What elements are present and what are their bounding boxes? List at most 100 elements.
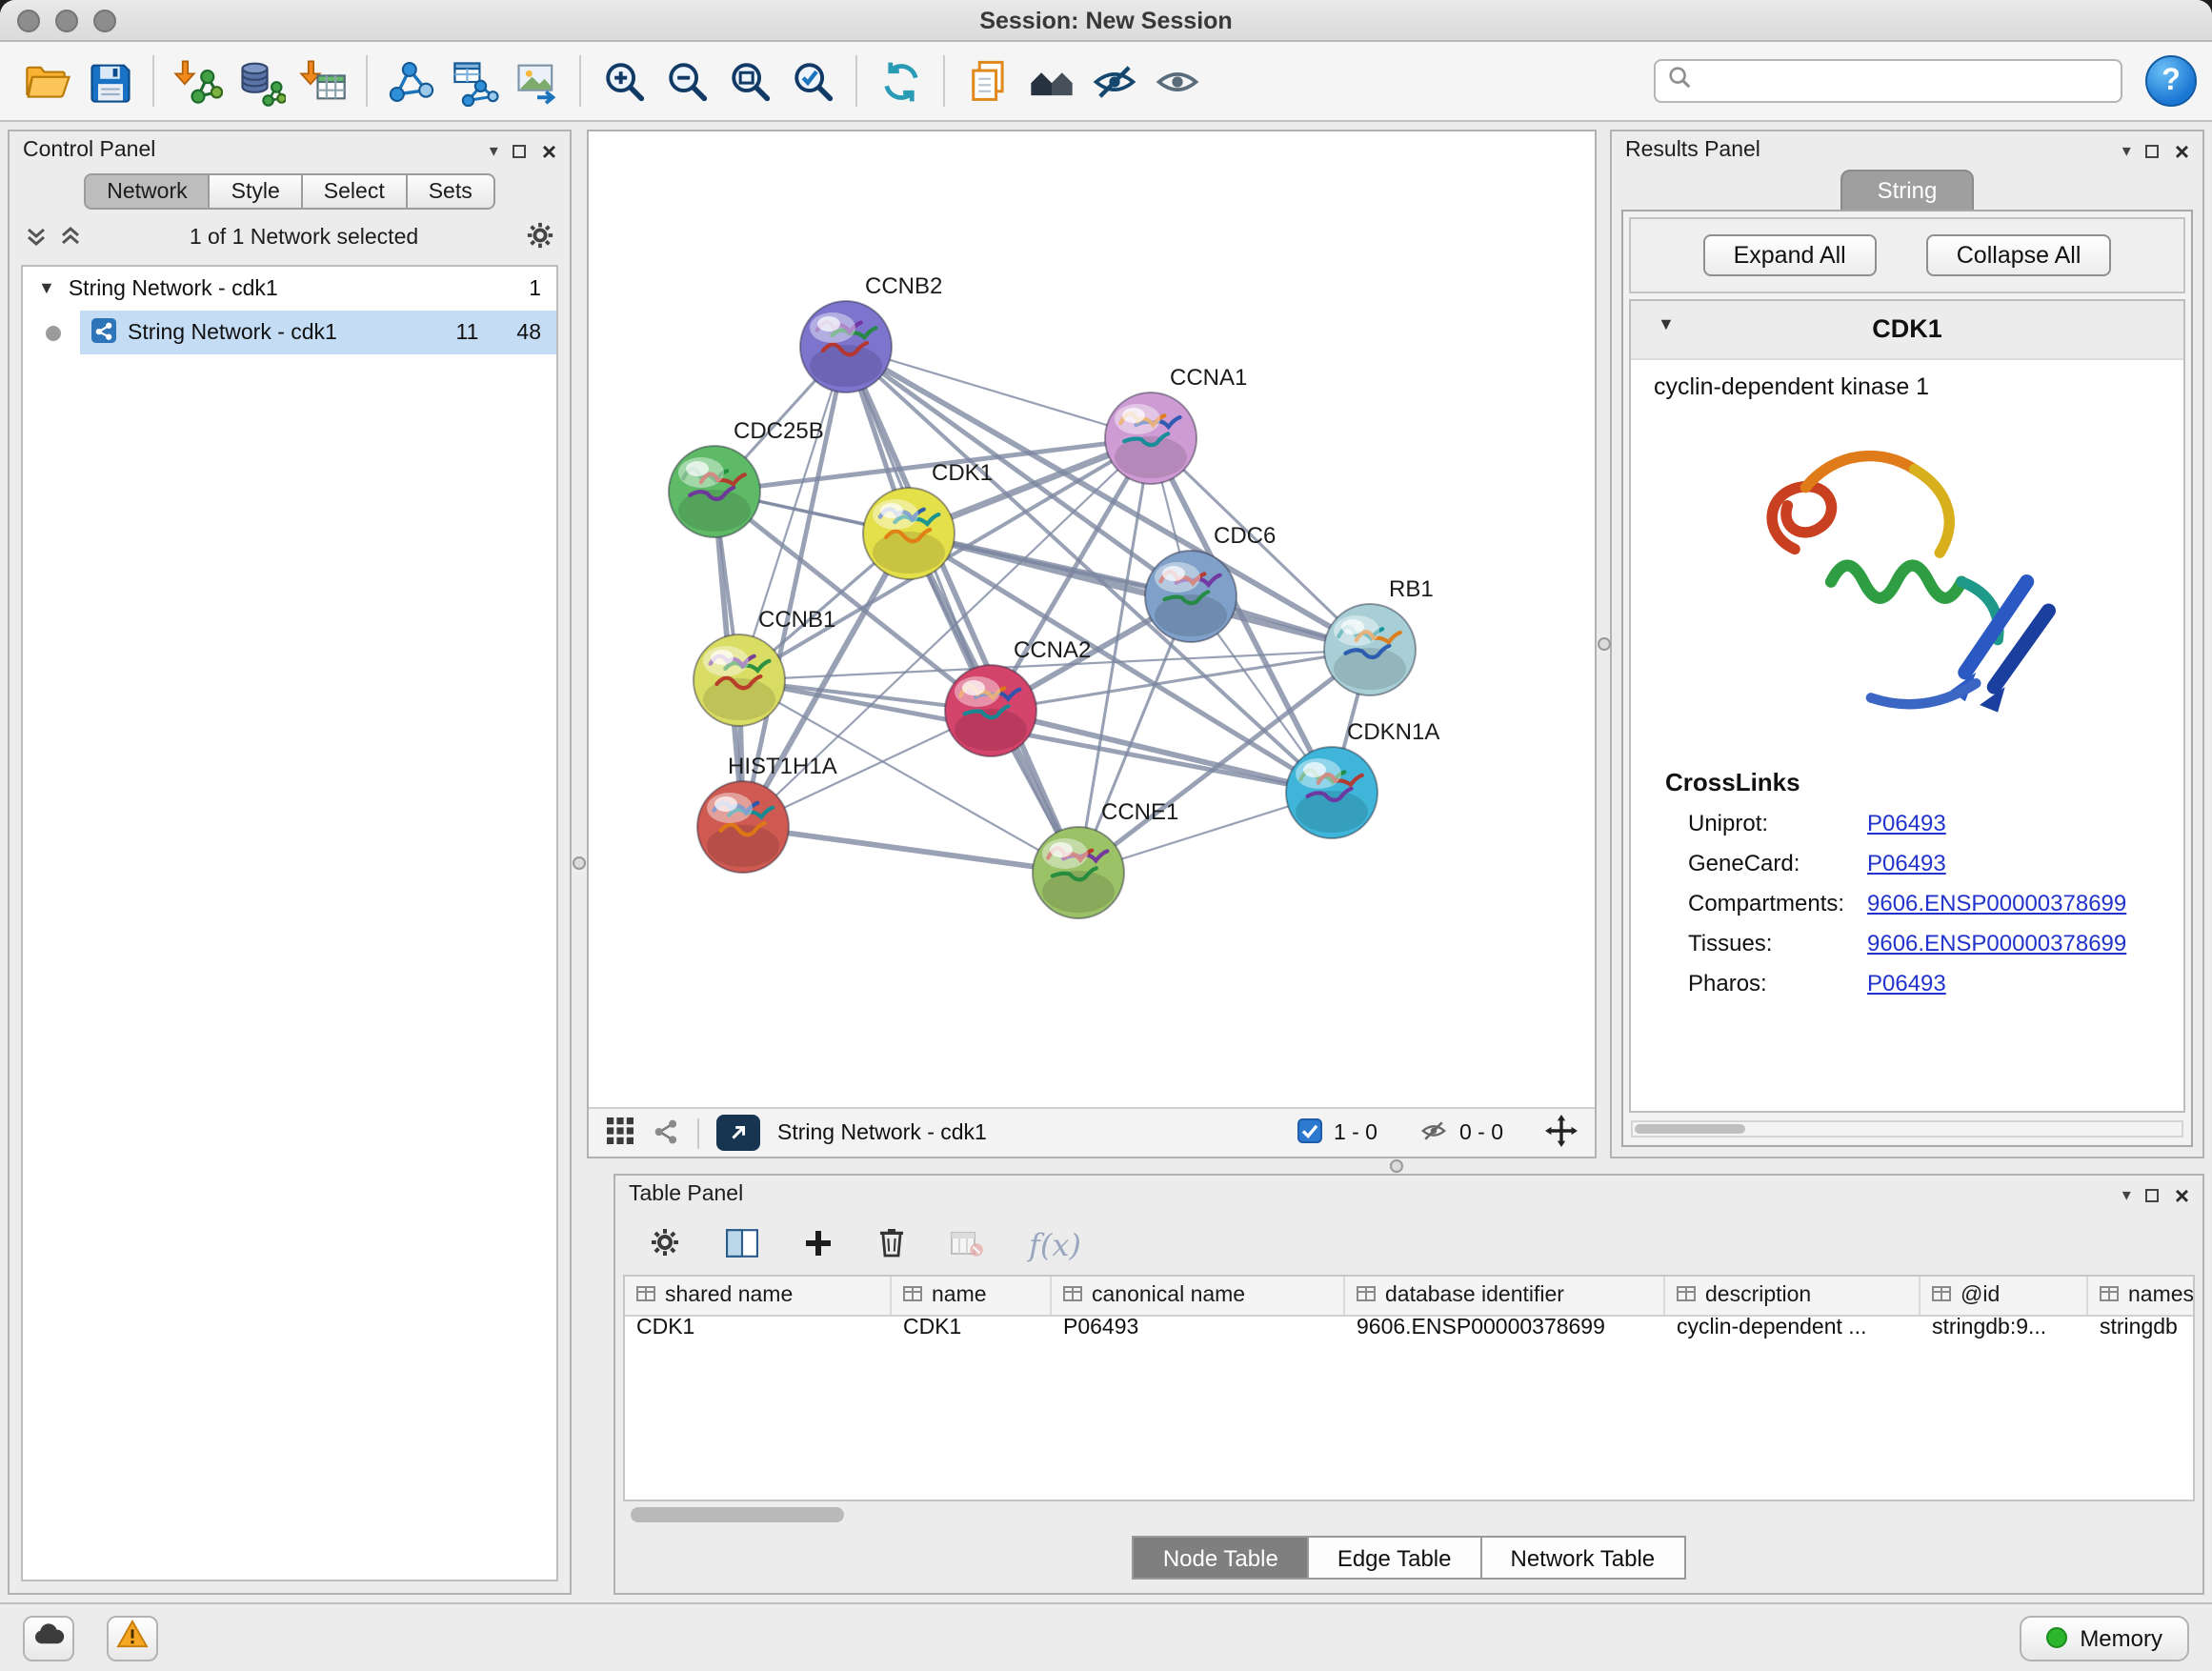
tab-network[interactable]: Network: [84, 173, 210, 210]
column-header-name[interactable]: name: [892, 1277, 1052, 1315]
table-horizontal-scrollbar[interactable]: [627, 1505, 2191, 1526]
function-builder-button[interactable]: f(x): [1029, 1227, 1081, 1263]
crosslink-link[interactable]: P06493: [1867, 969, 1946, 996]
create-column-button[interactable]: [804, 1228, 833, 1262]
warnings-button[interactable]: [107, 1615, 158, 1661]
control-panel-menu-button[interactable]: ▾: [490, 142, 498, 159]
results-horizontal-scrollbar[interactable]: [1631, 1120, 2183, 1137]
import-network-from-database-button[interactable]: [229, 49, 292, 113]
table-mode-button[interactable]: [650, 1227, 680, 1263]
birdseye-button[interactable]: [1545, 1114, 1578, 1152]
grid-view-button[interactable]: [606, 1116, 634, 1150]
show-columns-button[interactable]: [726, 1228, 758, 1262]
edge-CCNB2-CCNE1[interactable]: [846, 347, 1078, 873]
network-overview-button[interactable]: [652, 1116, 680, 1150]
table-panel-menu-button[interactable]: ▾: [2122, 1186, 2131, 1203]
results-panel-menu-button[interactable]: ▾: [2122, 142, 2131, 159]
tab-node-table[interactable]: Node Table: [1133, 1536, 1309, 1580]
control-panel-split-handle[interactable]: [572, 130, 587, 1595]
cloud-button[interactable]: [23, 1615, 74, 1661]
network-view[interactable]: CCNB2CCNA1CDC25BCDK1CDC6RB1CCNB1CCNA2CDK…: [587, 130, 1597, 1158]
new-network-from-selection-button[interactable]: [379, 49, 442, 113]
node-RB1[interactable]: RB1: [1324, 576, 1434, 695]
clone-network-button[interactable]: [442, 49, 505, 113]
edge-CCNB2-CCNA1[interactable]: [846, 347, 1151, 438]
column-header-id[interactable]: @id: [1920, 1277, 2088, 1315]
node-CCNA1[interactable]: CCNA1: [1105, 365, 1247, 484]
zoom-in-button[interactable]: [593, 49, 655, 113]
close-window-button[interactable]: [17, 10, 40, 32]
apply-layout-button[interactable]: [869, 49, 932, 113]
control-panel-float-button[interactable]: [513, 144, 527, 157]
edge-HIST1H1A-CCNE1[interactable]: [743, 827, 1078, 873]
tab-select[interactable]: Select: [303, 173, 408, 210]
crosslink-link[interactable]: 9606.ENSP00000378699: [1867, 889, 2126, 916]
collapse-all-icon[interactable]: [25, 224, 48, 252]
network-options-gear-icon[interactable]: [526, 221, 554, 255]
table-row[interactable]: CDK1CDK1P064939606.ENSP00000378699cyclin…: [625, 1317, 2193, 1339]
tab-sets[interactable]: Sets: [408, 173, 495, 210]
control-panel-close-button[interactable]: ×: [542, 138, 556, 163]
collapse-triangle-icon[interactable]: ▼: [38, 280, 55, 297]
search-input[interactable]: [1701, 70, 2109, 92]
column-header-canonical-name[interactable]: canonical name: [1052, 1277, 1345, 1315]
table-panel-float-button[interactable]: [2146, 1188, 2160, 1201]
crosslink-link[interactable]: P06493: [1867, 849, 1946, 876]
column-header-description[interactable]: description: [1665, 1277, 1920, 1315]
open-session-button[interactable]: [15, 49, 78, 113]
protein-card-header[interactable]: ▼ CDK1: [1631, 301, 2183, 360]
column-header-shared-name[interactable]: shared name: [625, 1277, 892, 1315]
node-CDKN1A[interactable]: CDKN1A: [1286, 719, 1439, 838]
tab-string[interactable]: String: [1841, 170, 1974, 210]
save-session-button[interactable]: [78, 49, 141, 113]
network-row[interactable]: String Network - cdk1 11 48: [23, 311, 556, 354]
table-panel-close-button[interactable]: ×: [2175, 1182, 2189, 1207]
node-CDC25B[interactable]: CDC25B: [669, 418, 824, 537]
node-CDK1[interactable]: CDK1: [863, 460, 993, 579]
tab-network-table[interactable]: Network Table: [1482, 1536, 1686, 1580]
show-all-button[interactable]: [1145, 49, 1208, 113]
import-table-from-file-button[interactable]: [292, 49, 354, 113]
results-panel-close-button[interactable]: ×: [2175, 138, 2189, 163]
edge-CDK1-RB1[interactable]: [909, 534, 1370, 650]
collapse-all-button[interactable]: Collapse All: [1926, 234, 2112, 276]
zoom-window-button[interactable]: [93, 10, 116, 32]
results-panel-split-handle[interactable]: [1597, 130, 1610, 1158]
tab-edge-table[interactable]: Edge Table: [1309, 1536, 1482, 1580]
selected-checkbox-icon[interactable]: [1297, 1117, 1322, 1148]
node-HIST1H1A[interactable]: HIST1H1A: [697, 754, 837, 873]
crosslink-link[interactable]: 9606.ENSP00000378699: [1867, 929, 2126, 956]
node-label: CCNA2: [1014, 637, 1091, 663]
minimize-window-button[interactable]: [55, 10, 78, 32]
import-table-button[interactable]: [951, 1228, 983, 1262]
network-collection-row[interactable]: ▼ String Network - cdk1 1: [23, 267, 556, 311]
zoom-out-button[interactable]: [655, 49, 718, 113]
table-panel-split-handle[interactable]: [587, 1158, 2204, 1174]
hide-selected-button[interactable]: [1082, 49, 1145, 113]
collapse-triangle-icon[interactable]: ▼: [1658, 316, 1675, 333]
zoom-selected-icon: [788, 56, 837, 106]
help-button[interactable]: ?: [2145, 55, 2197, 107]
open-external-button[interactable]: [716, 1115, 760, 1151]
houses-button[interactable]: [1019, 49, 1082, 113]
node-CCNB2[interactable]: CCNB2: [800, 273, 942, 393]
results-panel-float-button[interactable]: [2146, 144, 2160, 157]
expand-all-button[interactable]: Expand All: [1703, 234, 1877, 276]
crosslink-row: Uniprot:P06493: [1688, 802, 2172, 842]
column-header-database-identifier[interactable]: database identifier: [1345, 1277, 1665, 1315]
crosslink-link[interactable]: P06493: [1867, 809, 1946, 836]
tab-style[interactable]: Style: [211, 173, 303, 210]
memory-button[interactable]: Memory: [2019, 1615, 2189, 1661]
import-network-from-file-button[interactable]: [166, 49, 229, 113]
zoom-fit-button[interactable]: [718, 49, 781, 113]
expand-all-icon[interactable]: [59, 224, 82, 252]
export-image-button[interactable]: [505, 49, 568, 113]
scrollbar-thumb[interactable]: [631, 1507, 844, 1522]
hidden-eye-slash-icon[interactable]: [1419, 1116, 1448, 1150]
node-CCNB1[interactable]: CCNB1: [694, 607, 835, 726]
zoom-selected-button[interactable]: [781, 49, 844, 113]
copy-document-button[interactable]: [956, 49, 1019, 113]
crosslink-row: Compartments:9606.ENSP00000378699: [1688, 882, 2172, 922]
delete-columns-button[interactable]: [878, 1227, 905, 1263]
column-header-namespace[interactable]: namespace: [2088, 1277, 2195, 1315]
